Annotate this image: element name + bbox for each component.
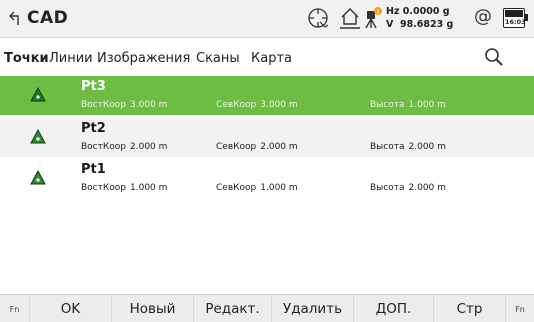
back-icon[interactable] [8,9,24,27]
svg-text:!: ! [377,9,380,16]
crosshair-target-icon[interactable] [306,6,330,30]
point-triangle-icon [30,129,46,144]
height-field: Высота 2.000 m [370,183,446,193]
battery-icon: 16:03 [503,8,529,28]
point-triangle-icon [30,87,46,102]
east-field: ВостКоор 2.000 m [81,142,168,152]
tab-points[interactable]: Точки [4,51,49,66]
tab-bar: Точки Линии Изображения Сканы Карта [0,38,534,74]
height-field: Высота 1.000 m [370,100,446,110]
fn-left-button[interactable]: Fn [0,295,30,322]
angle-readout: Hz 0.0000 g V 98.6823 g [386,5,453,31]
title-bar: CAD ! Hz 0.0000 g V 98.6823 g @ 16:03 [0,0,534,38]
north-field: СевКоор 3.000 m [216,100,298,110]
new-button[interactable]: Новый [112,295,194,322]
point-row[interactable]: Pt2 ВостКоор 2.000 m СевКоор 2.000 m Высот… [0,118,534,158]
clock-time: 16:03 [505,18,526,26]
point-name: Pt3 [81,79,106,94]
point-row[interactable]: Pt3 ВостКоор 3.000 m СевКоор 3.000 m Высот… [0,76,534,116]
delete-button[interactable]: Удалить [272,295,354,322]
edit-button[interactable]: Редакт. [194,295,272,322]
hz-readout: Hz 0.0000 g [386,6,450,17]
page-button[interactable]: Стр [434,295,506,322]
v-readout: V 98.6823 g [386,19,454,30]
tab-lines[interactable]: Линии [49,51,93,66]
point-triangle-icon [30,170,46,185]
height-field: Высота 2.000 m [370,142,446,152]
north-field: СевКоор 1.000 m [216,183,298,193]
point-row[interactable]: Pt1 ВостКоор 1.000 m СевКоор 1.000 m Высот… [0,159,534,199]
more-button[interactable]: ДОП. [354,295,434,322]
ok-button[interactable]: OK [30,295,112,322]
point-name: Pt2 [81,121,106,136]
app-title: CAD [27,8,69,28]
tab-images[interactable]: Изображения [97,51,190,66]
at-icon[interactable]: @ [474,6,492,27]
north-field: СевКоор 2.000 m [216,142,298,152]
point-name: Pt1 [81,162,106,177]
east-field: ВостКоор 1.000 m [81,183,168,193]
east-field: ВостКоор 3.000 m [81,100,168,110]
search-icon[interactable] [483,46,505,68]
instrument-alert-icon[interactable]: ! [363,6,385,30]
home-icon[interactable] [339,6,361,30]
tab-scans[interactable]: Сканы [196,51,240,66]
function-key-bar: Fn OK Новый Редакт. Удалить ДОП. Стр Fn [0,294,534,322]
fn-right-button[interactable]: Fn [506,295,534,322]
tab-map[interactable]: Карта [251,51,292,66]
